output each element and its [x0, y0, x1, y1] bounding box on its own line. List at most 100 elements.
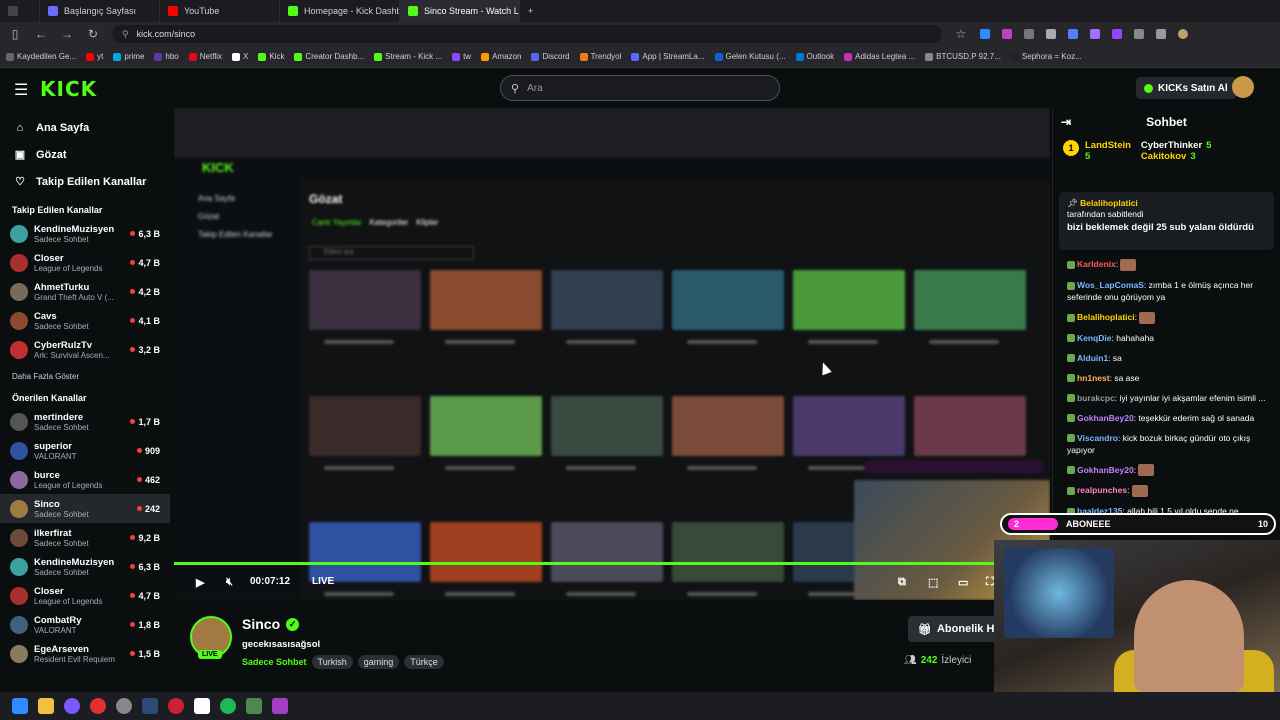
- channel-item[interactable]: CyberRulzTv Ark: Survival Ascen... 3,2 B: [0, 335, 170, 364]
- bookmark-item[interactable]: Sephora = Koz...: [1010, 52, 1082, 61]
- extension-icon[interactable]: [1024, 29, 1034, 39]
- chat-username[interactable]: Karldenix: [1077, 259, 1116, 269]
- chat-username[interactable]: Alduin1: [1077, 353, 1108, 363]
- kick-logo[interactable]: KICK: [40, 77, 97, 101]
- bookmark-item[interactable]: Stream - Kick ...: [374, 52, 442, 61]
- buy-kicks-button[interactable]: KICKs Satın Al: [1136, 77, 1236, 99]
- browser-tab[interactable]: YouTube: [160, 0, 280, 22]
- fullscreen-button[interactable]: ⛶: [986, 576, 994, 589]
- sidebar-nav-item[interactable]: ⌂ Ana Sayfa: [0, 114, 170, 141]
- bookmark-item[interactable]: tw: [452, 52, 471, 61]
- channel-item[interactable]: Closer League of Legends 4,7 B: [0, 248, 170, 277]
- channel-item[interactable]: CombatRy VALORANT 1,8 B: [0, 610, 170, 639]
- extension-icon[interactable]: [1112, 29, 1122, 39]
- bookmark-icon[interactable]: ☆: [954, 27, 968, 41]
- leader-name[interactable]: CyberThinker: [1141, 140, 1202, 151]
- chat-username[interactable]: Belalihoplatici: [1077, 312, 1135, 322]
- app-icon[interactable]: [116, 698, 132, 714]
- extension-icon[interactable]: [1068, 29, 1078, 39]
- bookmark-item[interactable]: hbo: [154, 52, 179, 61]
- mute-button[interactable]: 🔇︎: [226, 576, 233, 589]
- chat-username[interactable]: Wos_LapComaS: [1077, 280, 1144, 290]
- pip-button[interactable]: ⧉: [898, 576, 906, 589]
- chat-username[interactable]: KenqDie: [1077, 333, 1111, 343]
- bookmark-item[interactable]: Discord: [531, 52, 570, 61]
- app-icon[interactable]: [272, 698, 288, 714]
- vpn-icon[interactable]: [1134, 29, 1144, 39]
- channel-item[interactable]: Cavs Sadece Sohbet 4,1 B: [0, 306, 170, 335]
- back-button[interactable]: ←: [34, 27, 48, 41]
- profile-icon[interactable]: [1178, 29, 1188, 39]
- channel-item[interactable]: AhmetTurku Grand Theft Auto V (... 4,2 B: [0, 277, 170, 306]
- pinned-message[interactable]: 📌︎ Belalihoplatici tarafından sabitlendi…: [1059, 192, 1274, 250]
- bookmark-item[interactable]: Amazon: [481, 52, 521, 61]
- spotify-icon[interactable]: [220, 698, 236, 714]
- bookmark-item[interactable]: Adidas Legtea ...: [844, 52, 915, 61]
- bookmark-item[interactable]: Outlook: [795, 52, 834, 61]
- chat-username[interactable]: GokhanBey20: [1077, 465, 1134, 475]
- extension-icon[interactable]: [980, 29, 990, 39]
- channel-item[interactable]: mertindere Sadece Sohbet 1,7 B: [0, 407, 170, 436]
- chat-username[interactable]: GokhanBey20: [1077, 413, 1134, 423]
- app-icon[interactable]: [64, 698, 80, 714]
- leader-name[interactable]: LandStein: [1085, 140, 1131, 151]
- bookmark-item[interactable]: Trendyol: [579, 52, 621, 61]
- play-pause-button[interactable]: ▶: [196, 576, 204, 589]
- bookmark-item[interactable]: X: [232, 52, 248, 61]
- sidebar-nav-item[interactable]: ▣ Gözat: [0, 141, 170, 168]
- browser-tab-active[interactable]: Sinco Stream - Watch Live: [400, 0, 520, 22]
- bookmark-item[interactable]: Gelen Kutusu (...: [714, 52, 786, 61]
- search-input[interactable]: ⚲ Ara: [500, 75, 780, 101]
- extension-icon[interactable]: [1156, 29, 1166, 39]
- show-more-link[interactable]: Daha Fazla Göster: [0, 364, 170, 389]
- bookmark-item[interactable]: Creator Dashb...: [294, 52, 364, 61]
- chat-username[interactable]: realpunches: [1077, 485, 1127, 495]
- bookmark-item[interactable]: Kick: [258, 52, 284, 61]
- bookmark-item[interactable]: prime: [113, 52, 144, 61]
- clip-button[interactable]: ⬚: [928, 576, 938, 589]
- new-tab-button[interactable]: +: [520, 0, 544, 22]
- video-player[interactable]: KICK Ana Sayfa Gözat Takip Edilen Kanall…: [174, 108, 1050, 600]
- chat-username[interactable]: burakcpc: [1077, 393, 1115, 403]
- chat-username[interactable]: hn1nest: [1077, 373, 1110, 383]
- app-icon[interactable]: [168, 698, 184, 714]
- channel-item[interactable]: ilkerfirat Sadece Sohbet 9,2 B: [0, 523, 170, 552]
- progress-bar[interactable]: [174, 562, 1050, 565]
- collapse-chat-icon[interactable]: ⇥: [1061, 115, 1071, 129]
- extension-icon[interactable]: [1002, 29, 1012, 39]
- file-explorer-icon[interactable]: [38, 698, 54, 714]
- windows-start-icon[interactable]: [12, 698, 28, 714]
- browser-tab[interactable]: Homepage - Kick Dashboa: [280, 0, 400, 22]
- category-link[interactable]: Sadece Sohbet: [242, 657, 307, 667]
- channel-item[interactable]: Closer League of Legends 4,7 B: [0, 581, 170, 610]
- panel-icon[interactable]: ▯: [8, 27, 22, 41]
- tag-chip[interactable]: Türkçe: [404, 655, 444, 669]
- steam-icon[interactable]: [142, 698, 158, 714]
- menu-icon[interactable]: ☰: [14, 80, 28, 100]
- bookmark-item[interactable]: Kaydedilen Ge...: [6, 52, 76, 61]
- vivaldi-taskbar-icon[interactable]: [90, 698, 106, 714]
- channel-item[interactable]: Sinco Sadece Sohbet 242: [0, 494, 170, 523]
- channel-item[interactable]: superior VALORANT 909: [0, 436, 170, 465]
- browser-tab[interactable]: Başlangıç Sayfası: [40, 0, 160, 22]
- channel-item[interactable]: KendineMuzisyen Sadece Sohbet 6,3 B: [0, 219, 170, 248]
- url-input[interactable]: ⚲ kick.com/sinco: [112, 25, 942, 43]
- theater-mode-button[interactable]: ▭: [958, 576, 968, 589]
- streamer-name[interactable]: Sinco: [242, 616, 280, 632]
- chat-username[interactable]: Viscandro: [1077, 433, 1118, 443]
- reload-button[interactable]: ↻: [86, 27, 100, 41]
- channel-item[interactable]: burce League of Legends 462: [0, 465, 170, 494]
- live-indicator[interactable]: LIVE: [312, 576, 334, 587]
- app-icon[interactable]: [246, 698, 262, 714]
- leader-name[interactable]: Cakitokov: [1141, 151, 1186, 162]
- sidebar-nav-item[interactable]: ♡ Takip Edilen Kanallar: [0, 168, 170, 195]
- tag-chip[interactable]: gaming: [357, 655, 400, 669]
- extension-icon[interactable]: [1090, 29, 1100, 39]
- app-icon[interactable]: [194, 698, 210, 714]
- tag-chip[interactable]: Turkish: [311, 655, 353, 669]
- extension-icon[interactable]: [1046, 29, 1056, 39]
- bookmark-item[interactable]: Netflix: [188, 52, 222, 61]
- bookmark-item[interactable]: BTCUSD.P 92.7...: [925, 52, 1001, 61]
- browser-menu-button[interactable]: [0, 0, 40, 22]
- channel-item[interactable]: KendineMuzisyen Sadece Sohbet 6,3 B: [0, 552, 170, 581]
